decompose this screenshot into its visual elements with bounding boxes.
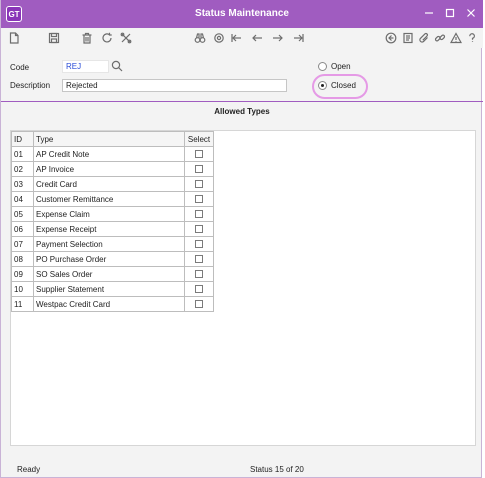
cell-id: 05	[11, 206, 34, 222]
column-header-select[interactable]: Select	[184, 131, 214, 147]
cell-id: 04	[11, 191, 34, 207]
binoculars-icon[interactable]	[193, 31, 206, 44]
table-row[interactable]: 09 SO Sales Order	[11, 266, 214, 282]
title-bar: GT Status Maintenance	[1, 0, 483, 28]
select-cell	[184, 206, 214, 222]
select-checkbox[interactable]	[195, 255, 203, 264]
description-label: Description	[10, 81, 51, 90]
select-cell	[184, 251, 214, 267]
table-row[interactable]: 08 PO Purchase Order	[11, 251, 214, 267]
cell-type: Expense Claim	[33, 206, 185, 222]
close-icon[interactable]	[464, 6, 478, 20]
cell-type: Payment Selection	[33, 236, 185, 252]
closed-label: Closed	[331, 81, 356, 90]
toolbar	[1, 28, 483, 48]
select-checkbox[interactable]	[195, 285, 203, 294]
back-icon[interactable]	[384, 31, 397, 44]
cell-id: 10	[11, 281, 34, 297]
select-cell	[184, 176, 214, 192]
next-icon[interactable]	[271, 31, 284, 44]
column-header-type[interactable]: Type	[33, 131, 185, 147]
select-cell	[184, 161, 214, 177]
status-maintenance-window: GT Status Maintenance Code REJ Descripti…	[0, 0, 483, 478]
lookup-search-icon[interactable]	[110, 59, 123, 72]
code-label: Code	[10, 63, 30, 72]
section-divider	[1, 101, 483, 102]
column-header-id[interactable]: ID	[11, 131, 34, 147]
minimize-icon[interactable]	[422, 6, 436, 20]
refresh-icon[interactable]	[100, 31, 113, 44]
cell-type: Expense Receipt	[33, 221, 185, 237]
cell-id: 09	[11, 266, 34, 282]
cell-type: Westpac Credit Card	[33, 296, 185, 312]
select-checkbox[interactable]	[195, 210, 203, 219]
select-checkbox[interactable]	[195, 300, 203, 309]
cell-id: 07	[11, 236, 34, 252]
report-icon[interactable]	[401, 31, 414, 44]
cell-type: Supplier Statement	[33, 281, 185, 297]
table-row[interactable]: 01 AP Credit Note	[11, 146, 214, 162]
previous-icon[interactable]	[250, 31, 263, 44]
cell-type: AP Invoice	[33, 161, 185, 177]
table-row[interactable]: 05 Expense Claim	[11, 206, 214, 222]
select-checkbox[interactable]	[195, 240, 203, 249]
closed-radio[interactable]	[318, 81, 327, 90]
table-header-row: ID Type Select	[11, 131, 214, 147]
window-title: Status Maintenance	[195, 8, 289, 19]
cell-type: SO Sales Order	[33, 266, 185, 282]
delete-icon[interactable]	[80, 31, 93, 44]
table-row[interactable]: 04 Customer Remittance	[11, 191, 214, 207]
select-cell	[184, 236, 214, 252]
select-cell	[184, 281, 214, 297]
search-icon[interactable]	[212, 31, 225, 44]
cell-type: PO Purchase Order	[33, 251, 185, 267]
select-cell	[184, 266, 214, 282]
maximize-icon[interactable]	[443, 6, 457, 20]
warning-icon[interactable]	[449, 31, 462, 44]
select-cell	[184, 296, 214, 312]
new-icon[interactable]	[7, 31, 20, 44]
select-cell	[184, 146, 214, 162]
allowed-types-table: ID Type Select 01 AP Credit Note 02 AP Inv…	[11, 131, 214, 312]
allowed-types-grid: ID Type Select 01 AP Credit Note 02 AP Inv…	[10, 130, 476, 446]
record-position: Status 15 of 20	[250, 465, 304, 474]
allowed-types-title: Allowed Types	[214, 107, 270, 116]
cell-id: 01	[11, 146, 34, 162]
select-checkbox[interactable]	[195, 270, 203, 279]
open-radio[interactable]	[318, 62, 327, 71]
cell-id: 06	[11, 221, 34, 237]
help-icon[interactable]	[465, 31, 478, 44]
last-icon[interactable]	[292, 31, 305, 44]
link-icon[interactable]	[433, 31, 446, 44]
select-checkbox[interactable]	[195, 180, 203, 189]
first-icon[interactable]	[229, 31, 242, 44]
select-checkbox[interactable]	[195, 225, 203, 234]
table-row[interactable]: 07 Payment Selection	[11, 236, 214, 252]
select-cell	[184, 221, 214, 237]
table-row[interactable]: 02 AP Invoice	[11, 161, 214, 177]
code-field[interactable]: REJ	[62, 60, 109, 73]
cell-type: Customer Remittance	[33, 191, 185, 207]
cell-id: 11	[11, 296, 34, 312]
cell-id: 02	[11, 161, 34, 177]
status-bar: Ready Status 15 of 20	[1, 458, 483, 478]
cell-id: 08	[11, 251, 34, 267]
description-field[interactable]: Rejected	[62, 79, 287, 92]
cell-type: AP Credit Note	[33, 146, 185, 162]
attach-icon[interactable]	[417, 31, 430, 44]
select-cell	[184, 191, 214, 207]
cell-type: Credit Card	[33, 176, 185, 192]
save-icon[interactable]	[47, 31, 60, 44]
tools-icon[interactable]	[119, 31, 132, 44]
table-row[interactable]: 10 Supplier Statement	[11, 281, 214, 297]
select-checkbox[interactable]	[195, 195, 203, 204]
table-row[interactable]: 06 Expense Receipt	[11, 221, 214, 237]
open-label: Open	[331, 62, 351, 71]
select-checkbox[interactable]	[195, 150, 203, 159]
table-row[interactable]: 03 Credit Card	[11, 176, 214, 192]
table-row[interactable]: 11 Westpac Credit Card	[11, 296, 214, 312]
select-checkbox[interactable]	[195, 165, 203, 174]
cell-id: 03	[11, 176, 34, 192]
status-ready: Ready	[17, 465, 41, 474]
